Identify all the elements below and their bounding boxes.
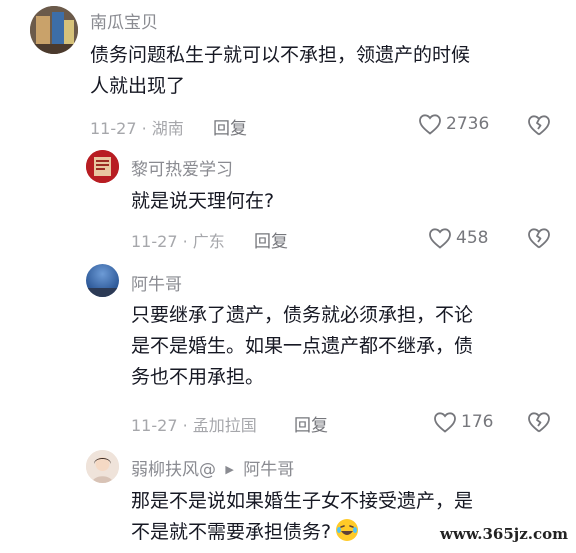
comment-meta: 11-27 · 孟加拉国 — [131, 416, 257, 435]
like-count: 458 — [456, 228, 489, 248]
comment-text-line: 只要继承了遗产，债务就必须承担，不论 — [131, 304, 474, 326]
reply-to-username[interactable]: 阿牛哥 — [243, 460, 294, 480]
comment-text-line: 那是不是说如果婚生子女不接受遗产，是 — [131, 490, 474, 512]
comment-text: 只要继承了遗产，债务就必须承担，不论 是不是婚生。如果一点遗产都不继承，债 务也… — [131, 300, 561, 393]
watermark: www.365jz.com — [440, 525, 568, 543]
heart-icon — [434, 412, 456, 433]
comment-meta: 11-27 · 广东 — [131, 232, 225, 251]
comment-username[interactable]: 南瓜宝贝 — [90, 8, 158, 33]
broken-heart-icon[interactable] — [526, 226, 552, 250]
comment-text-line: 债务问题私生子就可以不承担，领遗产的时候 — [90, 44, 471, 66]
broken-heart-icon[interactable] — [526, 113, 552, 137]
like-button[interactable]: 176 — [433, 411, 493, 433]
comment-username[interactable]: 阿牛哥 — [131, 270, 182, 295]
comment-username: 弱柳扶风@ ▶ 阿牛哥 — [131, 455, 294, 480]
reply-arrow-icon: ▶ — [225, 463, 234, 476]
reply-button[interactable]: 回复 — [294, 411, 328, 436]
laughing-emoji-icon — [336, 519, 359, 541]
comment-text-line: 是不是婚生。如果一点遗产都不继承，债 — [131, 335, 474, 357]
comment-text-line: 务也不用承担。 — [131, 366, 265, 388]
comment-meta: 11-27 · 湖南 — [90, 119, 184, 138]
like-count: 2736 — [446, 114, 490, 134]
comment-text: 就是说天理何在? — [131, 186, 551, 217]
like-button[interactable]: 458 — [428, 227, 488, 249]
avatar[interactable] — [86, 450, 119, 483]
avatar[interactable] — [86, 264, 119, 297]
avatar[interactable] — [30, 6, 78, 54]
user-suffix: @ — [199, 460, 216, 480]
comment-text: 债务问题私生子就可以不承担，领遗产的时候 人就出现了 — [90, 40, 560, 102]
reply-username[interactable]: 弱柳扶风 — [131, 460, 199, 480]
reply-button[interactable]: 回复 — [254, 227, 288, 252]
heart-icon — [429, 228, 451, 249]
broken-heart-icon[interactable] — [526, 410, 552, 434]
comment-username[interactable]: 黎可热爱学习 — [131, 155, 233, 180]
like-count: 176 — [461, 412, 494, 432]
comment-text-line: 就是说天理何在? — [131, 190, 275, 212]
like-button[interactable]: 2736 — [418, 113, 489, 135]
comment-text-line-content: 不是就不需要承担债务? — [131, 521, 332, 543]
reply-button[interactable]: 回复 — [213, 114, 247, 139]
comment-text-line: 人就出现了 — [90, 75, 186, 97]
heart-icon — [419, 114, 441, 135]
avatar[interactable] — [86, 150, 119, 183]
